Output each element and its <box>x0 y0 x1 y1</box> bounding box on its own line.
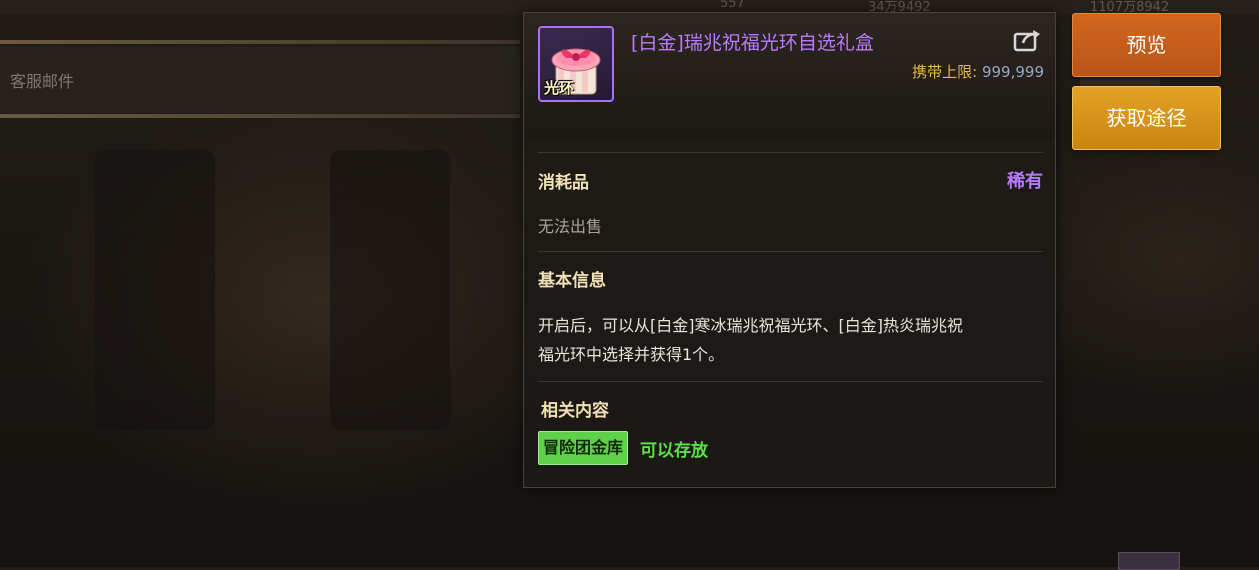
item-name: [白金]瑞兆祝福光环自选礼盒 <box>631 32 874 54</box>
description-line-2: 福光环中选择并获得1个。 <box>538 345 725 364</box>
background-divider-bottom <box>0 114 520 118</box>
item-icon-label: 光环 <box>544 79 575 97</box>
background-currency-1: 557 <box>720 0 745 11</box>
item-detail-panel: 光环 [白金]瑞兆祝福光环自选礼盒 携带上限: 999,999 消耗品 稀有 无… <box>523 12 1056 488</box>
background-divider-top <box>0 40 520 44</box>
divider <box>538 381 1043 382</box>
preview-button[interactable]: 预览 <box>1072 13 1221 77</box>
share-icon[interactable] <box>1013 28 1043 52</box>
item-description: 开启后，可以从[白金]寒冰瑞兆祝福光环、[白金]热炎瑞兆祝 福光环中选择并获得1… <box>538 311 1038 369</box>
item-icon: 光环 <box>538 26 614 102</box>
background-avatar <box>1118 552 1180 570</box>
item-rarity: 稀有 <box>1007 171 1043 192</box>
divider <box>538 152 1043 153</box>
item-category: 消耗品 <box>538 173 589 193</box>
background-tab-customer-mail: 客服邮件 <box>10 72 75 91</box>
carry-limit-value: 999,999 <box>981 63 1044 81</box>
background-tab-area <box>0 47 520 113</box>
storage-note: 可以存放 <box>640 441 708 461</box>
divider <box>538 251 1043 252</box>
sell-status: 无法出售 <box>538 217 603 236</box>
acquisition-source-button[interactable]: 获取途径 <box>1072 86 1221 150</box>
carry-limit-label: 携带上限: <box>912 63 978 81</box>
carry-limit: 携带上限: 999,999 <box>912 61 1044 82</box>
basic-info-title: 基本信息 <box>538 271 606 291</box>
background-decoration <box>330 150 450 430</box>
description-line-1: 开启后，可以从[白金]寒冰瑞兆祝福光环、[白金]热炎瑞兆祝 <box>538 316 963 335</box>
related-content-title: 相关内容 <box>541 401 609 421</box>
background-decoration <box>95 150 215 430</box>
storage-tag: 冒险团金库 <box>538 431 629 465</box>
